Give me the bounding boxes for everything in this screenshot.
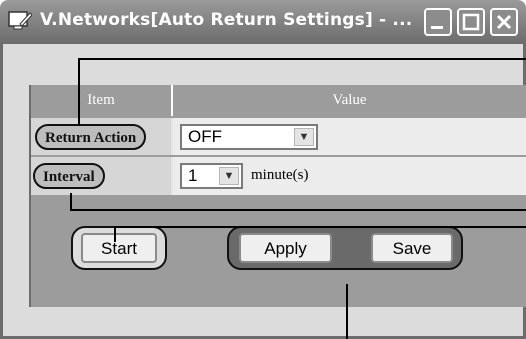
title-bar: V.Networks[Auto Return Settings] - ...: [0, 0, 526, 44]
interval-label: Interval: [33, 163, 105, 189]
button-area: Start Apply Save: [31, 197, 526, 307]
minimize-button[interactable]: [424, 8, 452, 36]
header-value: Value: [332, 92, 367, 108]
row-return-action: Return Action OFF ▼: [31, 118, 526, 155]
callout-line: [78, 58, 80, 126]
window-title: V.Networks[Auto Return Settings] - ...: [40, 10, 413, 30]
maximize-icon: [462, 13, 480, 31]
label-cell: Return Action: [31, 118, 171, 155]
interval-value: 1: [188, 166, 198, 185]
start-button[interactable]: Start: [81, 233, 157, 263]
callout-line: [114, 226, 526, 228]
callout-line: [114, 226, 116, 242]
row-interval: Interval 1 ▼ minute(s): [31, 157, 526, 195]
value-cell: OFF ▼: [173, 118, 526, 155]
apply-save-callout-ring: Apply Save: [227, 226, 463, 270]
monitor-pencil-icon: [8, 11, 32, 30]
callout-line: [70, 209, 526, 211]
close-button[interactable]: [490, 8, 518, 36]
callout-line: [346, 284, 348, 339]
maximize-button[interactable]: [457, 8, 485, 36]
callout-line: [70, 193, 72, 210]
interval-select[interactable]: 1 ▼: [180, 163, 243, 189]
save-button[interactable]: Save: [371, 233, 453, 263]
return-action-select[interactable]: OFF ▼: [180, 124, 318, 150]
chevron-down-icon: ▼: [219, 167, 239, 185]
minimize-icon: [431, 26, 443, 29]
header-item: Item: [87, 92, 115, 108]
return-action-value: OFF: [188, 127, 222, 146]
callout-line: [78, 58, 526, 60]
apply-button[interactable]: Apply: [239, 233, 332, 263]
close-icon: [496, 14, 512, 30]
chevron-down-icon: ▼: [294, 128, 314, 146]
settings-grid: Item Value Return Action OFF ▼ Interval …: [29, 85, 526, 307]
interval-unit: minute(s): [251, 167, 309, 183]
label-cell: Interval: [31, 157, 171, 195]
grid-header: Item Value: [31, 85, 526, 116]
value-cell: 1 ▼ minute(s): [173, 157, 526, 195]
start-callout-ring: Start: [71, 226, 167, 270]
return-action-label: Return Action: [35, 124, 147, 150]
